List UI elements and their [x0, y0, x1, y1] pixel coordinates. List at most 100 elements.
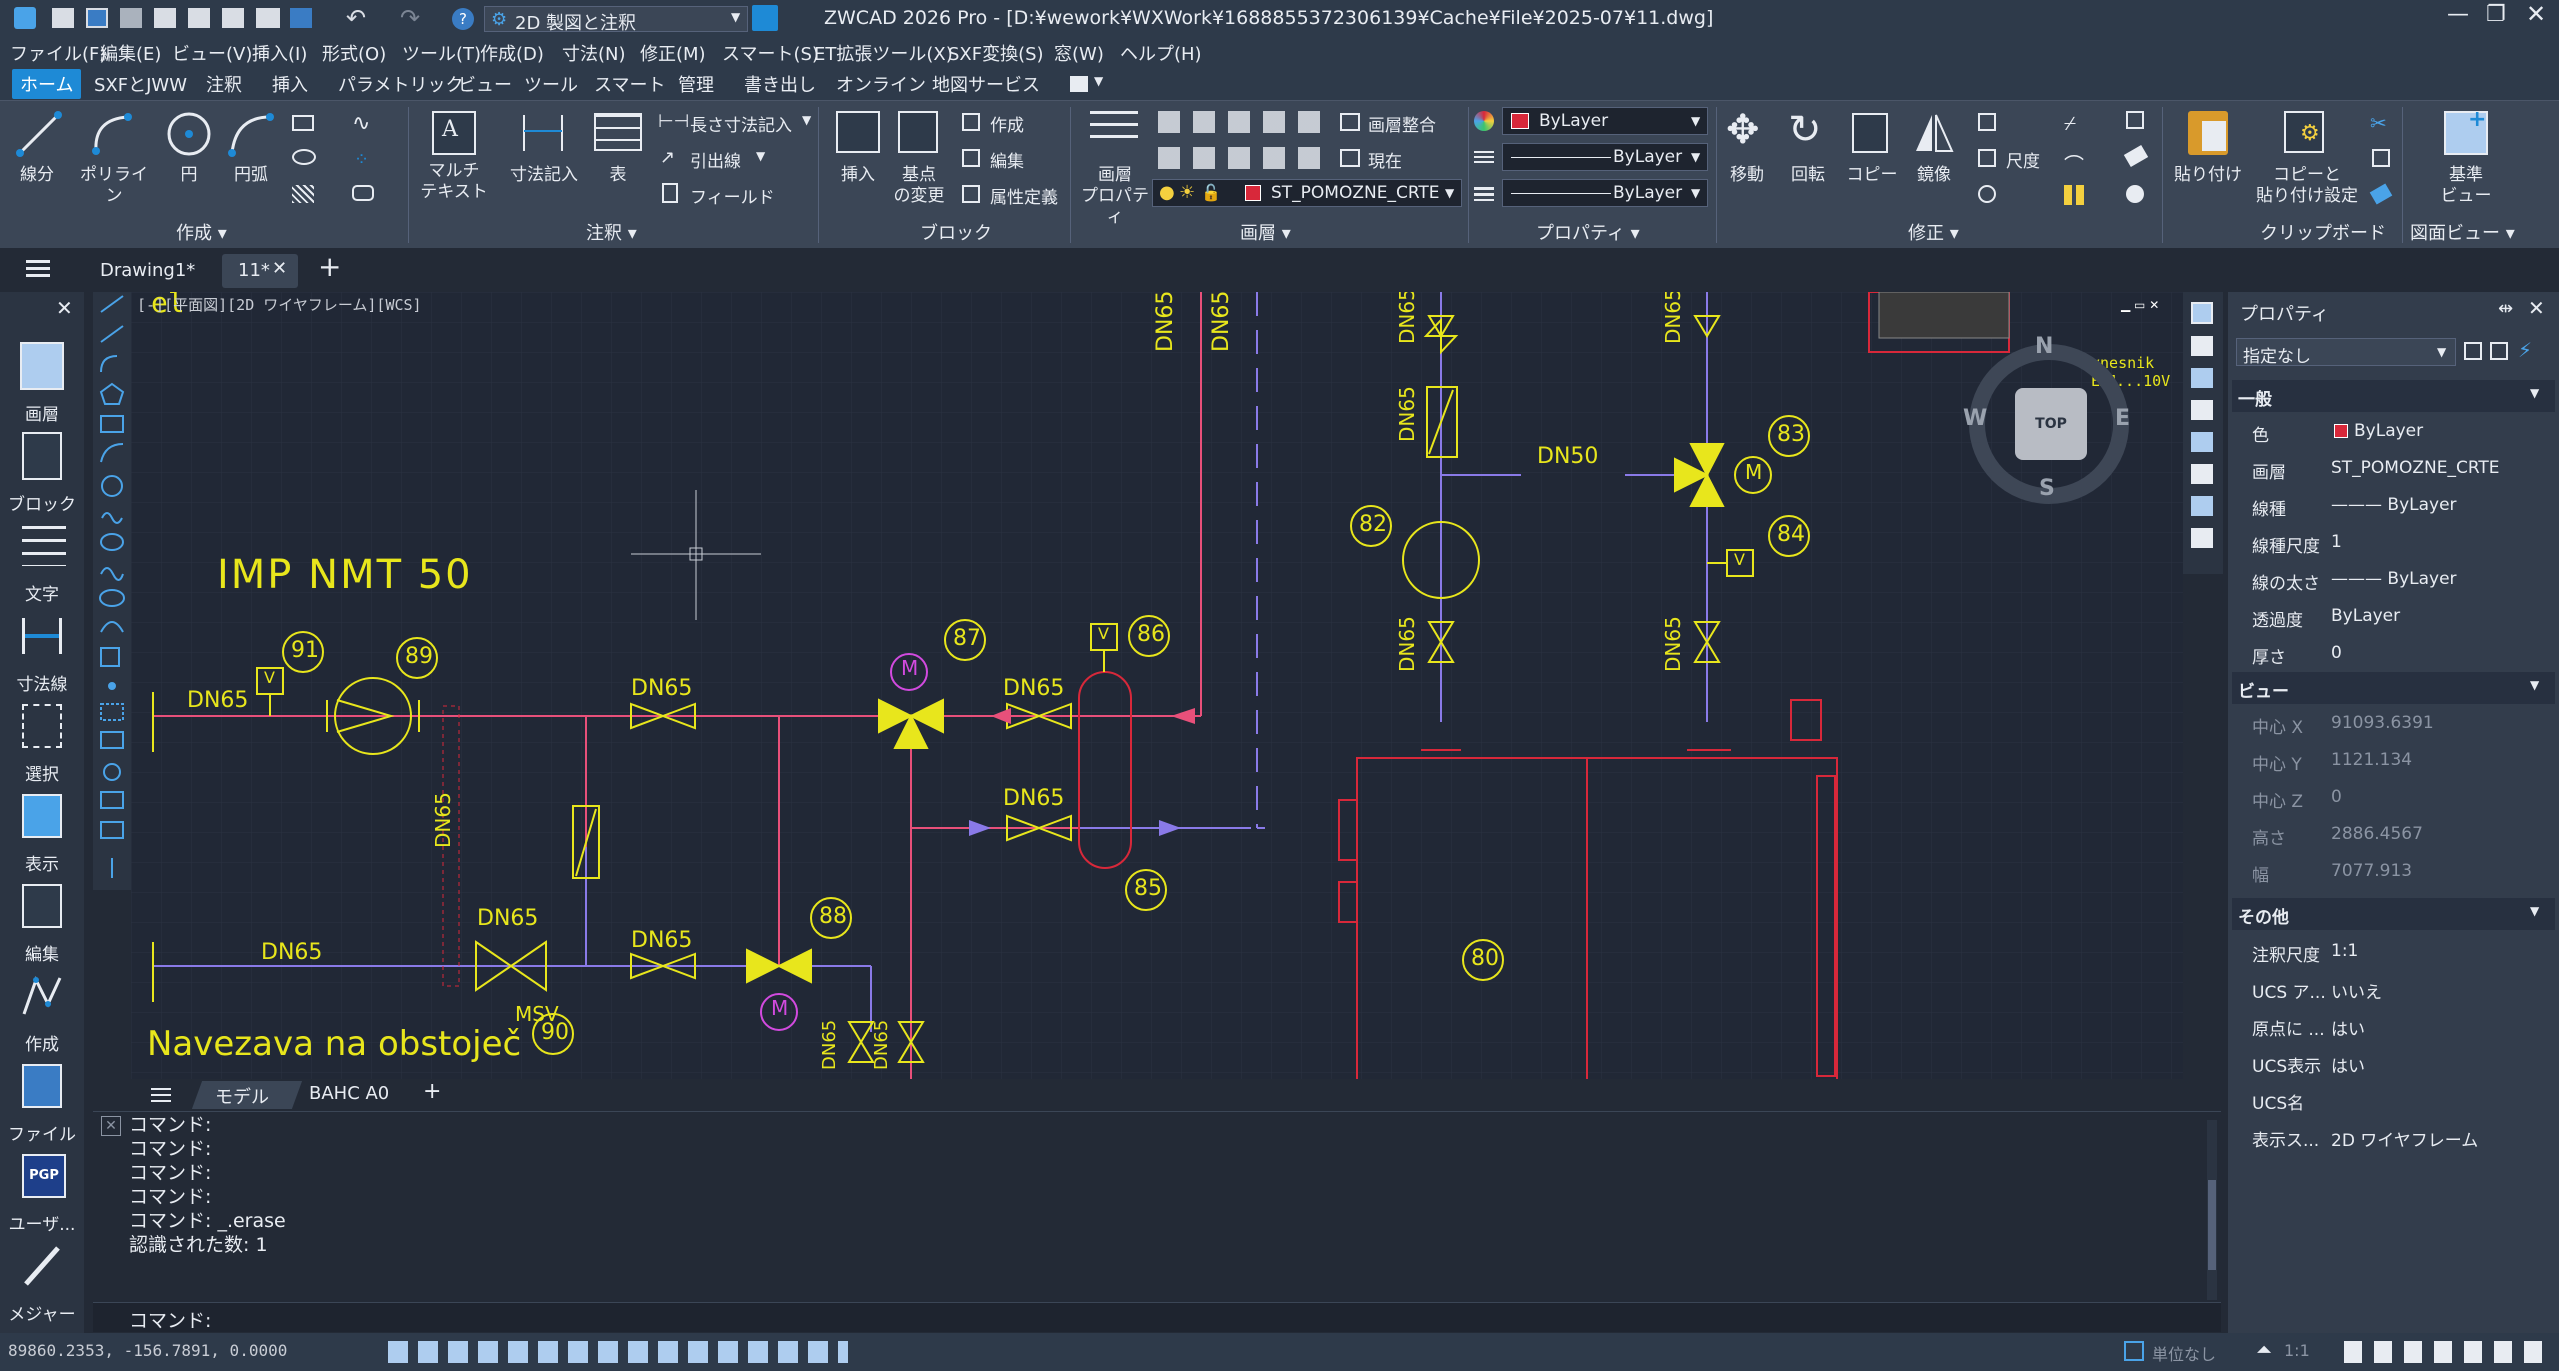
point-icon[interactable]: ⁘	[354, 149, 369, 170]
pin-icon[interactable]: ⇹	[2498, 298, 2513, 319]
viewcube-north[interactable]: N	[2035, 334, 2053, 359]
prop-row[interactable]: UCS名	[2228, 1080, 2559, 1117]
ellipse-icon[interactable]	[292, 149, 316, 165]
annotation-scale-icon[interactable]: ⏶	[2256, 1337, 2272, 1361]
new-file-icon[interactable]	[52, 8, 74, 28]
menu-window[interactable]: 窓(W)	[1054, 40, 1104, 66]
menu-view[interactable]: ビュー(V)	[172, 40, 252, 66]
menu-tools[interactable]: ツール(T)	[402, 40, 481, 66]
paste-icon[interactable]	[2188, 111, 2228, 155]
prop-row[interactable]: 線種尺度 1	[2228, 523, 2559, 560]
rotate-button[interactable]: 回転	[1782, 165, 1834, 186]
tab-parametric[interactable]: パラメトリック	[338, 71, 463, 97]
chevron-down-icon[interactable]: ▼	[802, 113, 811, 127]
spline-icon[interactable]: ∿	[352, 111, 370, 136]
quick-select-icon[interactable]: ⚡	[2518, 338, 2532, 362]
trim-icon[interactable]: ⌿	[2064, 111, 2076, 135]
color-dropdown[interactable]: ByLayer ▼	[1502, 107, 1708, 135]
mtext-icon[interactable]: A	[432, 111, 476, 155]
tab-layout1[interactable]: ВАНС А0	[309, 1083, 389, 1104]
layer-properties-button[interactable]: 画層 プロパティ	[1080, 165, 1150, 228]
hamburger-icon[interactable]	[151, 1088, 171, 1102]
explode-icon[interactable]	[2126, 111, 2144, 129]
tab-insert[interactable]: 挿入	[272, 71, 308, 97]
linetype-dropdown[interactable]: ByLayer ▼	[1502, 143, 1708, 171]
group-annot-label[interactable]: 注釈 ▾	[586, 219, 637, 245]
base-point-icon[interactable]	[898, 111, 938, 153]
lineweight-dropdown[interactable]: ByLayer ▼	[1502, 179, 1708, 207]
properties-match-icon[interactable]	[2126, 185, 2144, 203]
menu-et[interactable]: ET拡張ツール(X)	[814, 40, 953, 66]
layer-properties-icon[interactable]	[1090, 111, 1138, 155]
attdef-button[interactable]: 属性定義	[990, 183, 1058, 208]
prop-row[interactable]: 高さ 2886.4567	[2228, 815, 2559, 852]
group-create-label[interactable]: 作成 ▾	[176, 219, 227, 245]
scrollbar[interactable]	[2207, 1120, 2217, 1300]
scale-readout[interactable]: 1:1	[2284, 1341, 2310, 1360]
layer-dropdown[interactable]: ● ☀ 🔓 ST_POMOZNE_CRTE ▼	[1152, 179, 1462, 207]
menu-modify[interactable]: 修正(M)	[640, 40, 706, 66]
viewcube-east[interactable]: E	[2115, 406, 2130, 431]
mtext-button[interactable]: マルチ テキスト	[416, 161, 492, 203]
tool-icon[interactable]	[2191, 400, 2213, 420]
dimension-icon[interactable]	[520, 111, 566, 155]
move-icon[interactable]: ✥	[1726, 107, 1760, 153]
prop-row[interactable]: 注釈尺度 1:1	[2228, 932, 2559, 969]
viewcube-south[interactable]: S	[2039, 476, 2055, 501]
print-icon[interactable]	[256, 8, 280, 28]
line-icon[interactable]	[14, 109, 64, 159]
group-view-label[interactable]: 図面ビュー ▾	[2410, 219, 2515, 245]
fillet-icon[interactable]: ⌒	[2064, 149, 2084, 178]
prop-row[interactable]: 表示ス... 2D ワイヤフレーム	[2228, 1117, 2559, 1154]
create-block-button[interactable]: 作成	[990, 111, 1024, 136]
open-folder-icon[interactable]	[86, 8, 108, 28]
menu-sxf[interactable]: SXF変換(S)	[948, 40, 1044, 66]
coordinates-readout[interactable]: 89860.2353, -156.7891, 0.0000	[8, 1341, 287, 1360]
toggle-pickadd-icon[interactable]	[2464, 342, 2482, 360]
prop-row[interactable]: 幅 7077.913	[2228, 852, 2559, 889]
tab-output[interactable]: 書き出し	[744, 71, 816, 97]
menu-file[interactable]: ファイル(F)	[10, 40, 106, 66]
base-point-button[interactable]: 基点 の変更	[884, 165, 954, 207]
units-readout[interactable]: 単位なし	[2152, 1341, 2216, 1365]
layer-tools-row1[interactable]	[1158, 111, 1328, 133]
tool-icon[interactable]	[2191, 432, 2213, 452]
base-view-button[interactable]: 基準 ビュー	[2424, 165, 2508, 207]
scale-button[interactable]: 尺度	[2006, 147, 2040, 172]
viewcube-top[interactable]: TOP	[2015, 388, 2087, 460]
tab-map[interactable]: 地図サービス	[932, 71, 1040, 97]
draw-tools-icons[interactable]	[93, 292, 131, 890]
group-block-label[interactable]: ブロック	[920, 219, 992, 245]
rectangle-icon[interactable]	[292, 115, 314, 131]
menu-smart[interactable]: スマート(S)	[722, 40, 819, 66]
palette-measure[interactable]: メジャー	[6, 1238, 78, 1326]
menu-insert[interactable]: 挿入(I)	[252, 40, 307, 66]
status-tray-icons[interactable]	[2344, 1341, 2548, 1363]
palette-select[interactable]: 選択	[6, 698, 78, 786]
base-view-icon[interactable]: +	[2444, 107, 2488, 155]
command-input[interactable]: コマンド:	[93, 1302, 2221, 1332]
close-icon[interactable]: ✕	[101, 1116, 121, 1136]
close-icon[interactable]: ✕	[272, 258, 287, 279]
palette-display[interactable]: 表示	[6, 788, 78, 876]
prop-row[interactable]: UCS ア... いいえ	[2228, 969, 2559, 1006]
ribbon-toggle-icon[interactable]	[1070, 76, 1088, 92]
insert-block-icon[interactable]	[836, 111, 880, 153]
copy-clip-icon[interactable]	[2372, 149, 2390, 167]
cut-icon[interactable]: ✂	[2370, 111, 2387, 135]
palette-file[interactable]: ファイル	[6, 1058, 78, 1146]
select-objects-icon[interactable]	[2490, 342, 2508, 360]
polyline-button[interactable]: ポリライン	[74, 165, 154, 207]
viewport-minimize-icon[interactable]: ▁ ▭ ✕	[2121, 298, 2159, 312]
prop-row[interactable]: 色 ByLayer	[2228, 412, 2559, 449]
layer-tools-row2[interactable]	[1158, 147, 1328, 169]
chevron-down-icon[interactable]: ▼	[756, 149, 765, 163]
dimension-button[interactable]: 寸法記入	[504, 165, 584, 186]
palette-user[interactable]: PGP ユーザ...	[6, 1148, 78, 1236]
plot-preview-icon[interactable]	[290, 8, 312, 28]
viewport-label[interactable]: [-][平面図][2D ワイヤフレーム][WCS]	[137, 294, 422, 315]
export-icon[interactable]	[222, 8, 244, 28]
section-view[interactable]: ビュー ▼	[2232, 672, 2555, 704]
drawing-canvas[interactable]: el [-][平面図][2D ワイヤフレーム][WCS] IMP NMT 50 …	[131, 292, 2183, 1079]
layer-match-button[interactable]: 画層整合	[1368, 111, 1436, 136]
